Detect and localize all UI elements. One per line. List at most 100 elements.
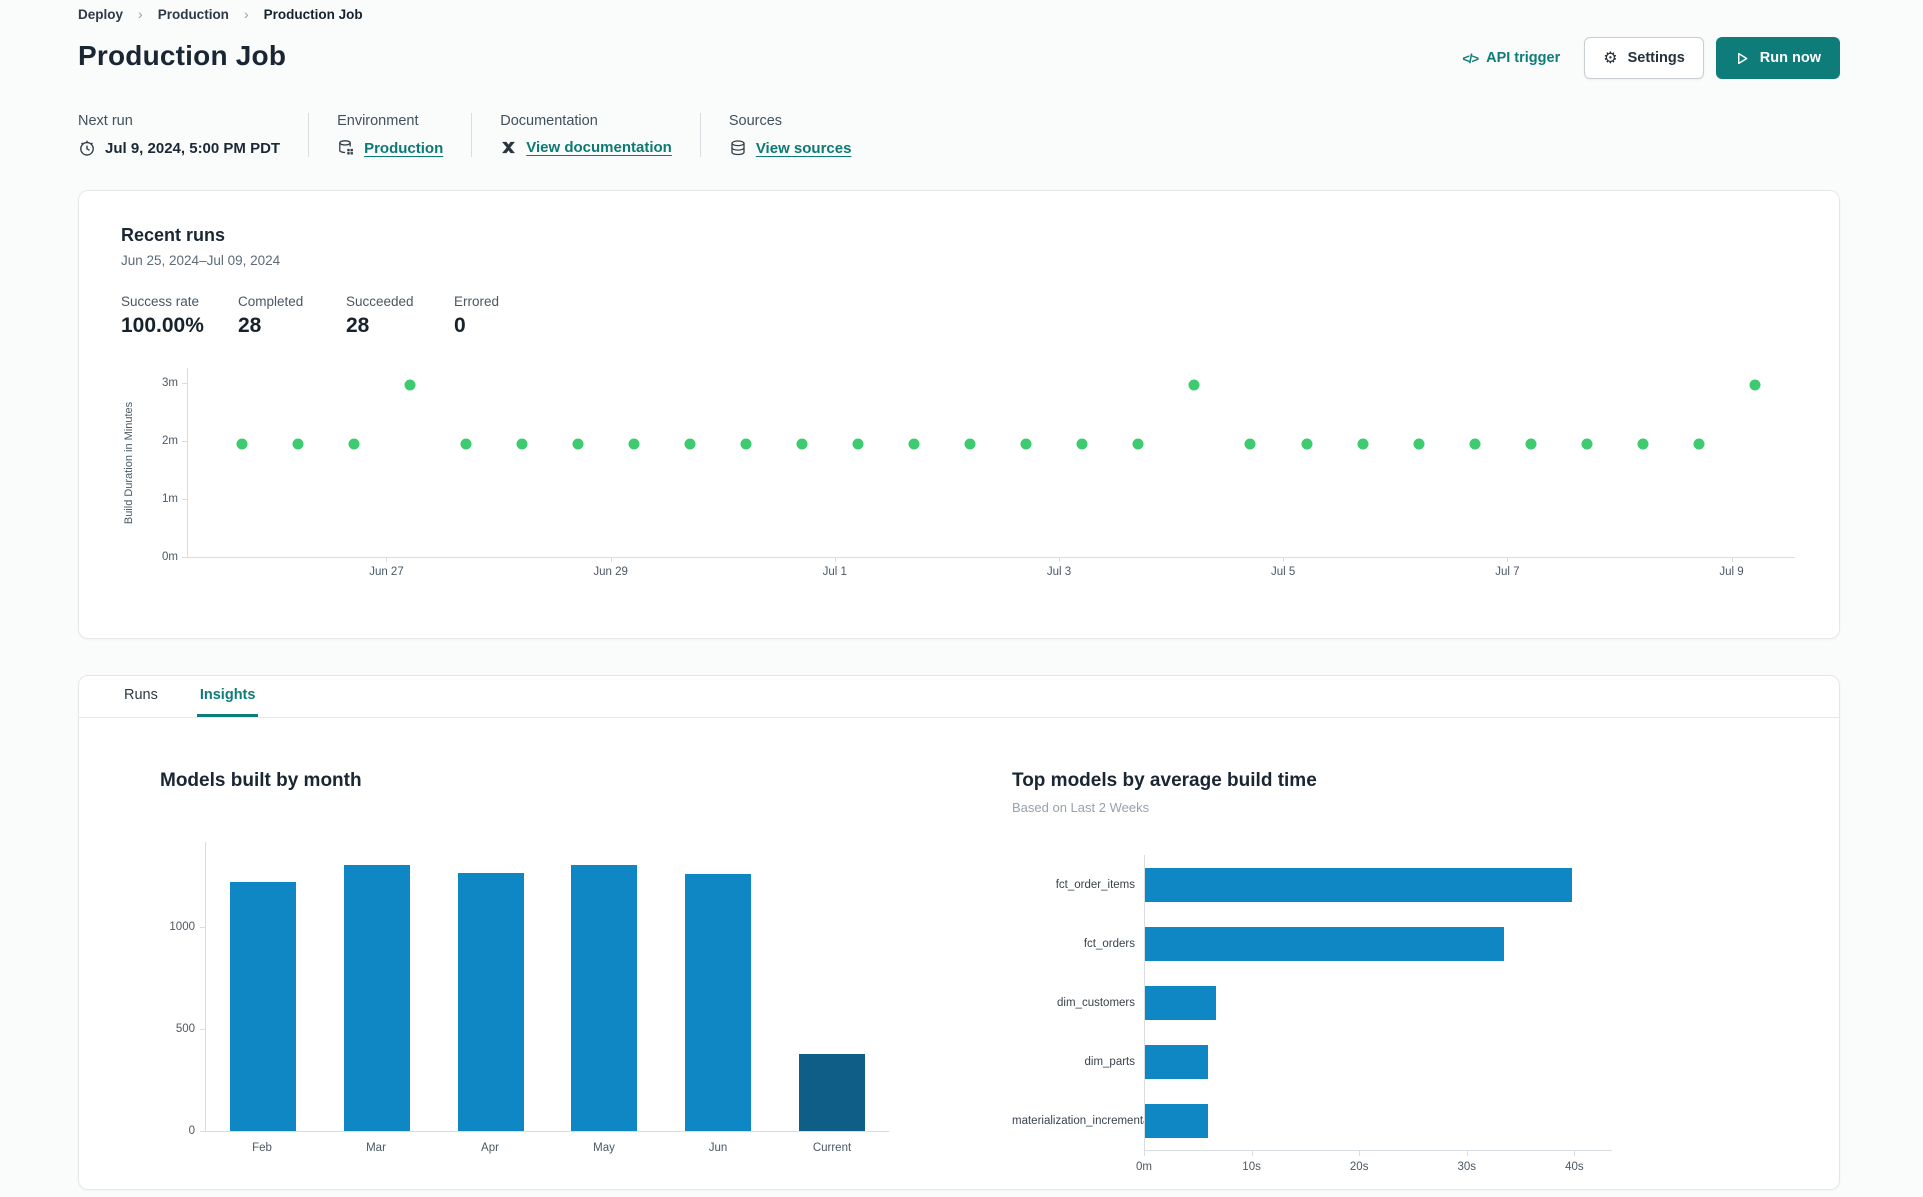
- run-duration-dot[interactable]: [1188, 379, 1200, 391]
- bar-area: [1144, 1091, 1612, 1150]
- bar-slot: [547, 842, 661, 1131]
- environment-database-icon: [337, 139, 355, 157]
- bar-materialization_incremental[interactable]: [1145, 1103, 1209, 1138]
- view-documentation-link[interactable]: View documentation: [526, 139, 672, 156]
- build-duration-chart: Build Duration in Minutes 3m 2m 1m 0m Jun 27…: [121, 360, 1797, 588]
- bar-dim_customers[interactable]: [1145, 985, 1216, 1020]
- bar-apr[interactable]: [457, 872, 524, 1131]
- run-duration-dot[interactable]: [1076, 438, 1088, 450]
- run-duration-dot[interactable]: [292, 438, 304, 450]
- stat-value: 28: [238, 314, 262, 337]
- run-duration-dot[interactable]: [236, 438, 248, 450]
- run-now-button-label: Run now: [1759, 50, 1821, 66]
- tab-strip: Runs Insights: [79, 676, 1839, 718]
- recent-runs-date-range: Jun 25, 2024–Jul 09, 2024: [121, 253, 281, 268]
- run-duration-dot[interactable]: [796, 438, 808, 450]
- chevron-right-icon: ›: [243, 6, 249, 22]
- x-axis-category-label: Mar: [366, 1142, 386, 1154]
- model-row: dim_parts: [1012, 1032, 1612, 1091]
- x-axis-tick-label: Jul 3: [1046, 566, 1072, 578]
- job-detail-card: Runs Insights Models built by month 0 500…: [78, 675, 1840, 1190]
- run-duration-dot[interactable]: [572, 438, 584, 450]
- breadcrumb: Deploy › Production › Production Job: [78, 6, 363, 22]
- insights-panel: Models built by month 0 500 1000 Feb Mar Apr…: [79, 718, 1839, 1186]
- run-duration-dot[interactable]: [1525, 438, 1537, 450]
- x-axis-tick-mark: [610, 557, 612, 562]
- top-models-title: Top models by average build time: [1012, 770, 1317, 791]
- y-axis-tick-mark: [182, 440, 188, 442]
- run-duration-dot[interactable]: [1301, 438, 1313, 450]
- settings-button-label: Settings: [1627, 50, 1685, 66]
- environment-link[interactable]: Production: [364, 140, 443, 157]
- run-now-button[interactable]: Run now: [1715, 37, 1840, 79]
- y-axis-tick-mark: [200, 1028, 206, 1030]
- run-duration-dot[interactable]: [404, 379, 416, 391]
- breadcrumb-production-job: Production Job: [263, 6, 363, 22]
- run-duration-dot[interactable]: [684, 438, 696, 450]
- run-duration-dot[interactable]: [1693, 438, 1705, 450]
- run-duration-dot[interactable]: [1413, 438, 1425, 450]
- header-actions: </> API trigger ⚙ Settings Run now: [1462, 37, 1840, 79]
- environment-block: Environment Production: [337, 113, 473, 157]
- run-duration-dot[interactable]: [460, 438, 472, 450]
- bar-area: [1144, 1032, 1612, 1091]
- stat-label: Success rate: [121, 294, 200, 309]
- run-duration-dot[interactable]: [628, 438, 640, 450]
- bar-jun[interactable]: [685, 873, 752, 1131]
- models-built-slots: [206, 842, 889, 1131]
- x-axis-tick-label: Jul 9: [1719, 566, 1744, 578]
- bar-feb[interactable]: [229, 882, 296, 1131]
- x-axis-tick-label: Jun 27: [369, 566, 404, 578]
- run-duration-dot[interactable]: [1469, 438, 1481, 450]
- y-axis-title: Build Duration in Minutes: [123, 401, 135, 525]
- models-built-categories: Feb Mar Apr May Jun Current: [205, 1142, 889, 1154]
- job-meta-row: Next run Jul 9, 2024, 5:00 PM PDT Enviro…: [78, 113, 907, 157]
- x-axis-tick-mark: [1731, 557, 1733, 562]
- run-duration-dot[interactable]: [1020, 438, 1032, 450]
- stat-label: Errored: [454, 294, 500, 309]
- breadcrumb-deploy[interactable]: Deploy: [78, 7, 123, 22]
- model-row: fct_order_items: [1012, 855, 1612, 914]
- next-run-label: Next run: [78, 113, 133, 129]
- bar-slot: [320, 842, 434, 1131]
- run-duration-dot[interactable]: [908, 438, 920, 450]
- run-duration-dot[interactable]: [1637, 438, 1649, 450]
- bar-fct_orders[interactable]: [1145, 926, 1504, 961]
- bar-fct_order_items[interactable]: [1145, 867, 1573, 902]
- production-job-page: Deploy › Production › Production Job Pro…: [0, 0, 1923, 1197]
- run-duration-dot[interactable]: [348, 438, 360, 450]
- x-axis-category-label: Apr: [481, 1142, 499, 1154]
- x-axis-tick-mark: [1359, 1151, 1361, 1156]
- documentation-label: Documentation: [500, 113, 598, 129]
- run-duration-dot[interactable]: [1581, 438, 1593, 450]
- model-name-label: fct_order_items: [1055, 878, 1135, 891]
- run-duration-dot[interactable]: [1749, 379, 1761, 391]
- tab-runs[interactable]: Runs: [121, 676, 161, 717]
- breadcrumb-production[interactable]: Production: [158, 7, 229, 22]
- bar-mar[interactable]: [343, 864, 410, 1131]
- x-axis-tick-label: Jul 7: [1495, 566, 1520, 578]
- run-duration-dot[interactable]: [1132, 438, 1144, 450]
- run-duration-dot[interactable]: [1357, 438, 1369, 450]
- view-sources-link[interactable]: View sources: [756, 140, 852, 157]
- run-duration-dot[interactable]: [964, 438, 976, 450]
- tab-insights[interactable]: Insights: [196, 676, 259, 717]
- run-duration-dot[interactable]: [852, 438, 864, 450]
- run-duration-dot[interactable]: [516, 438, 528, 450]
- model-row: fct_orders: [1012, 914, 1612, 973]
- bar-may[interactable]: [571, 864, 638, 1131]
- y-axis-tick-label: 0m: [162, 551, 178, 563]
- run-duration-dot[interactable]: [740, 438, 752, 450]
- stat-success-rate: Success rate 100.00%: [121, 294, 238, 338]
- bar-current[interactable]: [799, 1054, 866, 1131]
- top-models-axis: 0m 10s 20s 30s 40s: [1136, 1150, 1612, 1186]
- api-trigger-link[interactable]: </> API trigger: [1462, 50, 1560, 66]
- models-built-chart: Models built by month 0 500 1000 Feb Mar Apr…: [160, 770, 920, 1186]
- bar-dim_parts[interactable]: [1145, 1044, 1209, 1079]
- y-axis-tick-mark: [200, 1131, 206, 1132]
- x-axis-tick-mark: [1251, 1151, 1253, 1156]
- settings-button[interactable]: ⚙ Settings: [1584, 37, 1704, 79]
- run-duration-dot[interactable]: [1244, 438, 1256, 450]
- y-axis-tick-label: 500: [175, 1022, 195, 1035]
- bar-area: [1144, 914, 1612, 973]
